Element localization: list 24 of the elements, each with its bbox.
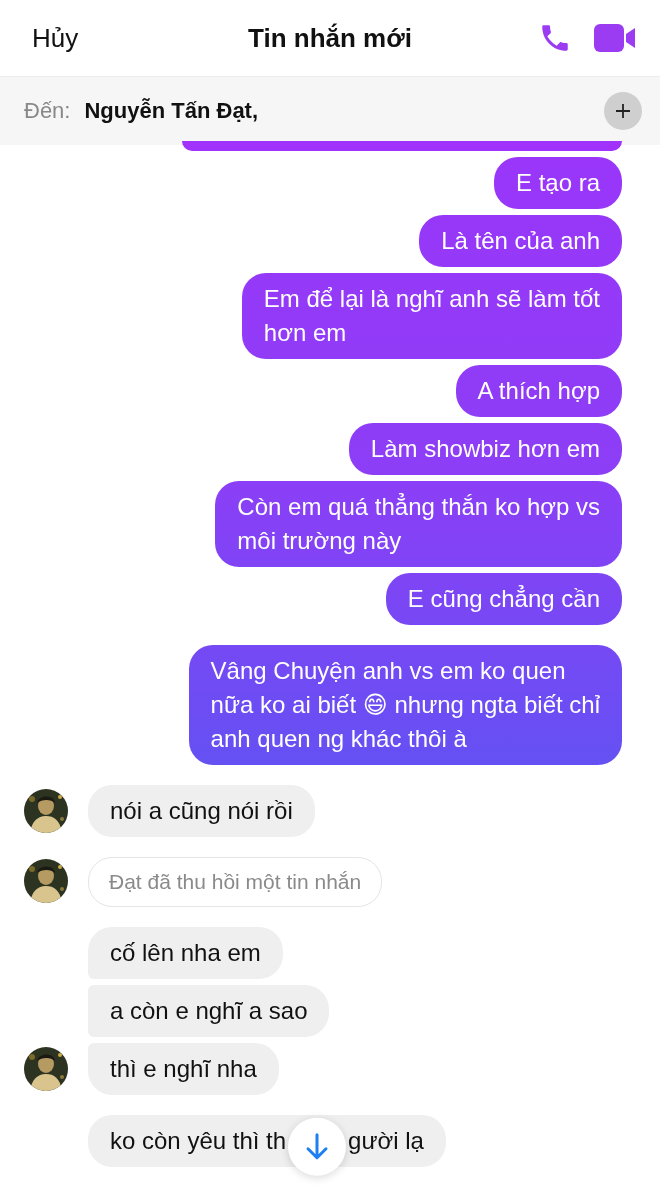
message-bubble: Vâng Chuyện anh vs em ko quen nữa ko ai biết 😄 nhưng ngta biết chỉ anh quen ng khác thôi à: [188, 645, 622, 765]
video-camera-icon[interactable]: [594, 23, 636, 53]
message-text: ko còn yêu thì th: [110, 1126, 287, 1156]
message-bubble: thì e nghĩ nha: [88, 1043, 279, 1095]
message-bubble: E tạo ra: [493, 157, 622, 209]
unsent-notice: Đạt đã thu hồi một tin nhắn: [88, 857, 383, 907]
add-recipient-button[interactable]: [604, 92, 642, 130]
message-bubble: a còn e nghĩ a sao: [88, 985, 330, 1037]
scroll-down-button[interactable]: [288, 1117, 347, 1176]
message-bubble: Còn em quá thẳng thắn ko hợp vs môi trường này: [215, 481, 622, 567]
to-label: Đến:: [24, 98, 71, 124]
arrow-down-icon: [305, 1132, 330, 1161]
window-title: Tin nhắn mới: [248, 22, 412, 54]
message-text: gười lạ: [348, 1126, 424, 1156]
plus-icon: [615, 103, 631, 119]
message-bubble: Em để lại là nghĩ anh sẽ làm tốt hơn em: [241, 273, 622, 359]
message-bubble: cố lên nha em: [88, 927, 283, 979]
message-bubble: Làm showbiz hơn em: [348, 423, 622, 475]
recipient-name[interactable]: Nguyễn Tấn Đạt,: [84, 98, 259, 124]
message-bubble: Là tên của anh: [419, 215, 622, 267]
message-bubble: A thích hợp: [455, 365, 622, 417]
message-bubble: E cũng chẳng cần: [385, 573, 622, 625]
message-bubble: nói a cũng nói rồi: [88, 785, 315, 837]
cancel-button[interactable]: Hủy: [32, 22, 79, 54]
